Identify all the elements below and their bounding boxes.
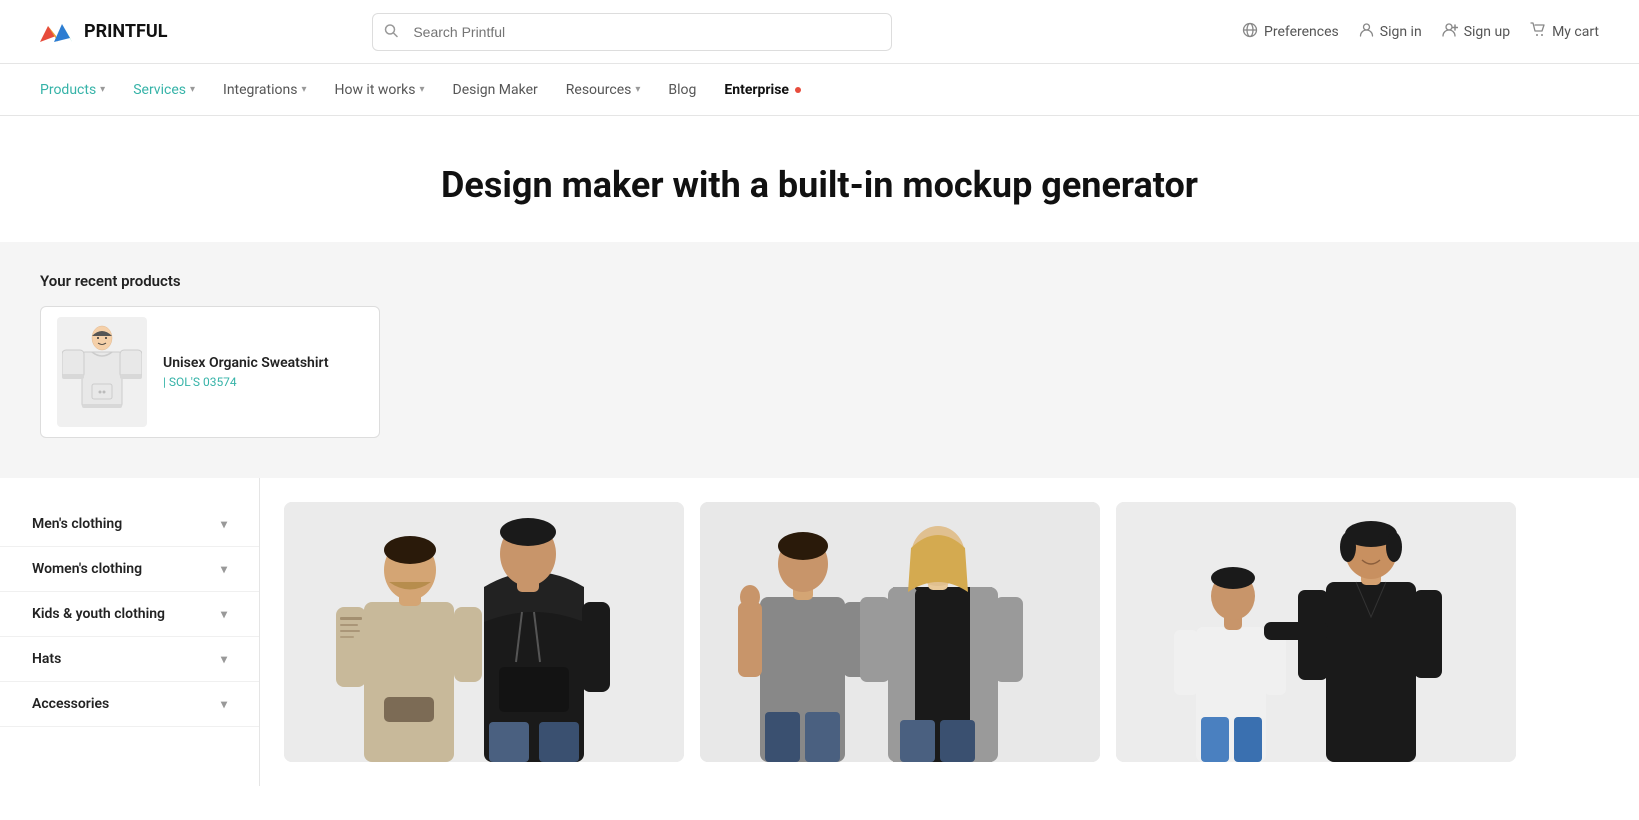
sidebar-item-kids[interactable]: Kids & youth clothing ▾ xyxy=(0,592,259,637)
mens-product-card[interactable] xyxy=(284,502,684,762)
sidebar-item-mens[interactable]: Men's clothing ▾ xyxy=(0,502,259,547)
search-input[interactable] xyxy=(372,13,892,51)
womens-product-card[interactable] xyxy=(700,502,1100,762)
logo-text: PRINTFUL xyxy=(84,21,167,42)
cart-icon xyxy=(1530,22,1546,41)
logo-icon xyxy=(40,18,76,46)
chevron-down-icon: ▾ xyxy=(635,84,640,95)
chevron-down-icon: ▾ xyxy=(419,84,424,95)
nav-resources[interactable]: Resources ▾ xyxy=(566,82,641,98)
nav-integrations[interactable]: Integrations ▾ xyxy=(223,82,306,98)
globe-icon xyxy=(1242,22,1258,42)
header: PRINTFUL Preferences xyxy=(0,0,1639,64)
recent-products-title: Your recent products xyxy=(40,272,1599,290)
preferences-button[interactable]: Preferences xyxy=(1242,22,1339,42)
sweatshirt-image xyxy=(62,322,142,422)
product-thumbnail xyxy=(57,317,147,427)
main-nav: Products ▾ Services ▾ Integrations ▾ How… xyxy=(0,64,1639,116)
cart-label: My cart xyxy=(1552,24,1599,40)
product-info: Unisex Organic Sweatshirt | SOL'S 03574 xyxy=(163,355,363,389)
chevron-down-icon: ▾ xyxy=(301,84,306,95)
chevron-down-icon: ▾ xyxy=(221,517,227,531)
recent-products-section: Your recent products xyxy=(0,242,1639,478)
cart-button[interactable]: My cart xyxy=(1530,22,1599,41)
product-grid xyxy=(260,478,1639,786)
kids-card-image xyxy=(1116,502,1516,762)
sign-in-label: Sign in xyxy=(1380,24,1422,40)
search-bar xyxy=(372,13,892,51)
sidebar: Men's clothing ▾ Women's clothing ▾ Kids… xyxy=(0,478,260,786)
chevron-down-icon: ▾ xyxy=(221,607,227,621)
nav-blog[interactable]: Blog xyxy=(668,82,696,98)
search-icon xyxy=(384,22,398,41)
nav-products[interactable]: Products ▾ xyxy=(40,82,105,98)
sign-in-button[interactable]: Sign in xyxy=(1359,22,1422,41)
womens-card-image xyxy=(700,502,1100,762)
logo[interactable]: PRINTFUL xyxy=(40,18,167,46)
kids-product-card[interactable] xyxy=(1116,502,1516,762)
user-add-icon xyxy=(1442,22,1458,41)
sidebar-item-accessories[interactable]: Accessories ▾ xyxy=(0,682,259,727)
hero-title: Design maker with a built-in mockup gene… xyxy=(40,164,1599,206)
product-name: Unisex Organic Sweatshirt xyxy=(163,355,363,371)
sign-up-label: Sign up xyxy=(1464,24,1510,40)
preferences-label: Preferences xyxy=(1264,24,1339,40)
user-icon xyxy=(1359,22,1374,41)
chevron-down-icon: ▾ xyxy=(221,562,227,576)
header-actions: Preferences Sign in Sign up xyxy=(1242,22,1599,42)
chevron-down-icon: ▾ xyxy=(100,84,105,95)
sidebar-item-womens[interactable]: Women's clothing ▾ xyxy=(0,547,259,592)
nav-design-maker[interactable]: Design Maker xyxy=(453,82,538,98)
nav-enterprise[interactable]: Enterprise xyxy=(724,82,801,98)
mens-card-image xyxy=(284,502,684,762)
nav-how-it-works[interactable]: How it works ▾ xyxy=(334,82,424,98)
chevron-down-icon: ▾ xyxy=(190,84,195,95)
hero-section: Design maker with a built-in mockup gene… xyxy=(0,116,1639,242)
nav-services[interactable]: Services ▾ xyxy=(133,82,195,98)
sign-up-button[interactable]: Sign up xyxy=(1442,22,1510,41)
sidebar-item-hats[interactable]: Hats ▾ xyxy=(0,637,259,682)
products-section: Men's clothing ▾ Women's clothing ▾ Kids… xyxy=(0,478,1639,786)
recent-product-card[interactable]: Unisex Organic Sweatshirt | SOL'S 03574 xyxy=(40,306,380,438)
product-sku: | SOL'S 03574 xyxy=(163,375,363,389)
enterprise-dot xyxy=(795,87,801,93)
chevron-down-icon: ▾ xyxy=(221,697,227,711)
chevron-down-icon: ▾ xyxy=(221,652,227,666)
